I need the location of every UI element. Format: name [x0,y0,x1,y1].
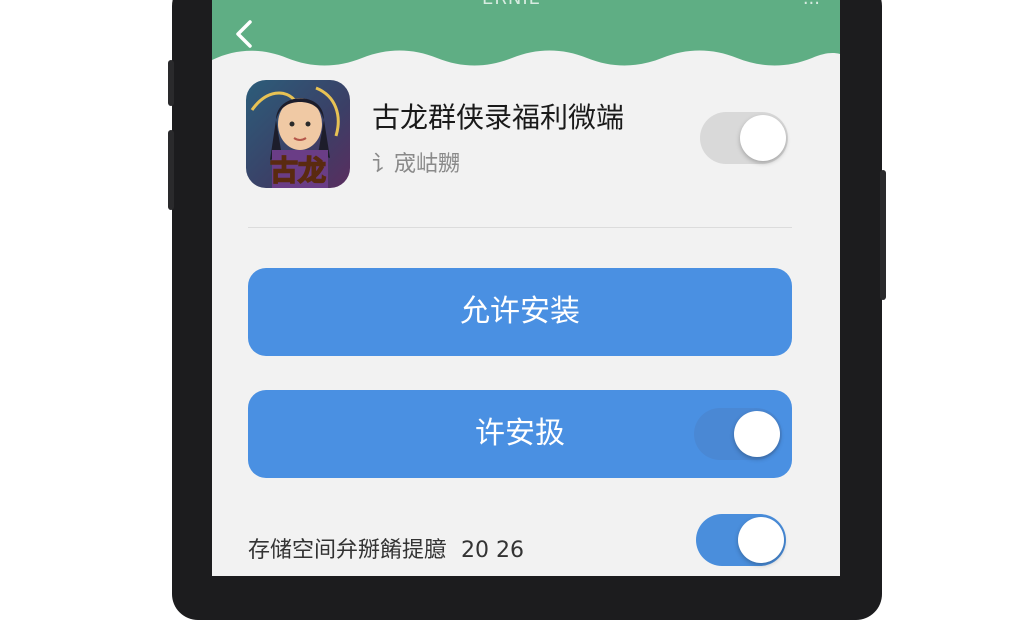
app-icon-text: 古龙 [270,154,326,187]
phone-side-button [168,60,174,106]
storage-value: 20 26 [461,538,524,563]
storage-row-label: 存储空间弁掰餚提臆 20 26 [248,532,524,564]
storage-label: 存储空间弁掰餚提臆 [248,538,447,563]
toggle-knob [740,115,786,161]
app-icon: 古龙 [246,80,350,188]
app-toggle[interactable] [700,112,788,164]
phone-screen: ERNIE ... [212,0,840,576]
install-toggle[interactable] [694,408,782,460]
storage-toggle[interactable] [696,514,786,566]
allow-install-button[interactable]: 允许安装 [248,268,792,356]
content-area: 古龙 古龙群侠录福利微端 讠宬岵嬲 允许安装 许安扱 存储空间弁掰餚提臆 20 … [212,60,840,576]
status-right: ... [803,0,820,9]
divider [248,227,792,228]
status-text: ERNIE [482,0,541,9]
phone-side-button [168,130,174,210]
install-toggle-label: 许安扱 [475,416,565,451]
app-name: 古龙群侠录福利微端 [372,101,625,134]
app-subtitle: 讠宬岵嬲 [372,152,461,177]
toggle-knob [734,411,780,457]
toggle-knob [738,517,784,563]
phone-side-button [880,170,886,300]
